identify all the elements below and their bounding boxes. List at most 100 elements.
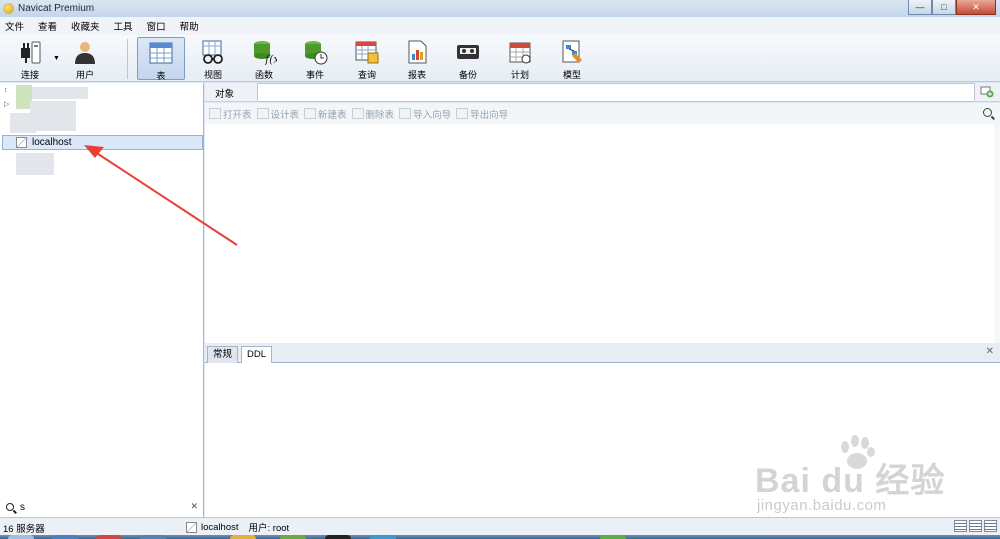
close-window-button[interactable]: ✕ [956, 0, 996, 15]
close-panel-icon[interactable]: ✕ [986, 346, 994, 357]
list-view-icon[interactable] [954, 520, 967, 532]
new-table-icon [304, 108, 317, 119]
baidu-watermark: Bai du 经验 jingyan.baidu.com [755, 435, 995, 515]
delete-table-button[interactable]: 删除表 [351, 107, 395, 121]
minimize-button[interactable]: — [908, 0, 932, 15]
glasses-icon [202, 40, 223, 64]
table-button[interactable]: 表 [137, 37, 185, 81]
vertical-scrollbar[interactable] [994, 124, 1000, 343]
expand-arrow-icon[interactable]: ↕ [4, 87, 14, 94]
function-fx-icon: f(x) [254, 41, 277, 65]
backup-tape-icon [457, 45, 479, 59]
title-bar: Navicat Premium — □ ✕ [0, 0, 1000, 17]
query-icon [355, 41, 379, 64]
add-tab-icon[interactable] [980, 86, 994, 98]
report-button[interactable]: 报表 [393, 37, 441, 80]
menu-bar: 文件 查看 收藏夹 工具 窗口 帮助 [0, 17, 1000, 35]
search-icon [6, 503, 14, 511]
table-label: 表 [156, 71, 166, 81]
svg-text:f(x): f(x) [264, 53, 277, 65]
object-actions-toolbar: 打开表 设计表 新建表 删除表 导入向导 导出向导 [205, 103, 1000, 124]
taskbar-app[interactable] [230, 535, 256, 539]
export-wizard-button[interactable]: 导出向导 [456, 107, 508, 121]
taskbar-app[interactable] [140, 535, 166, 539]
watermark-url: jingyan.baidu.com [757, 497, 887, 514]
menu-tools[interactable]: 工具 [109, 19, 142, 33]
tab-general[interactable]: 常规 [207, 346, 239, 363]
view-mode-buttons [952, 520, 997, 532]
model-button[interactable]: 模型 [548, 37, 596, 80]
clear-filter-icon[interactable]: ✕ [190, 501, 198, 512]
server-connection-icon [16, 137, 27, 148]
redacted-tree-items [10, 113, 36, 133]
object-search-icon[interactable] [983, 108, 992, 117]
taskbar-app[interactable] [96, 535, 122, 539]
view-button[interactable]: 视图 [189, 37, 237, 80]
taskbar-app[interactable] [370, 535, 396, 539]
connect-button[interactable]: 连接 [6, 37, 54, 80]
report-label: 报表 [407, 70, 426, 80]
plug-icon [21, 41, 41, 64]
menu-window[interactable]: 窗口 [142, 19, 175, 33]
menu-help[interactable]: 帮助 [175, 19, 208, 33]
menu-view[interactable]: 查看 [33, 19, 66, 33]
backup-button[interactable]: 备份 [444, 37, 492, 80]
design-table-button[interactable]: 设计表 [256, 107, 300, 121]
user-button[interactable]: 用户 [61, 37, 109, 80]
object-filter-input[interactable] [257, 83, 975, 102]
table-grid-icon [149, 42, 173, 64]
taskbar-app[interactable] [280, 535, 306, 539]
detail-tab-bar: 常规 DDL ✕ [205, 343, 1000, 364]
status-connection: localhost 用户: root [186, 520, 289, 534]
er-view-icon[interactable] [984, 520, 997, 532]
user-label: 用户 [75, 70, 94, 80]
status-bar: 16 服务器 localhost 用户: root [0, 517, 1000, 535]
tree-item-localhost-label: localhost [32, 137, 72, 148]
connection-tree-panel: ↕ ▷ localhost s ✕ [0, 83, 204, 517]
tab-objects[interactable]: 对象 [215, 86, 234, 100]
server-connection-icon [186, 521, 197, 533]
expand-arrow-icon[interactable]: ▷ [4, 100, 14, 108]
os-taskbar [0, 535, 1000, 539]
tree-item-localhost[interactable]: localhost [2, 135, 203, 150]
taskbar-app[interactable] [325, 535, 351, 539]
import-icon [399, 108, 412, 119]
model-label: 模型 [562, 70, 581, 80]
toolbar-separator [127, 39, 128, 79]
taskbar-app[interactable] [52, 535, 78, 539]
import-wizard-label: 导入向导 [413, 109, 452, 121]
schedule-button[interactable]: 计划 [496, 37, 544, 80]
maximize-button[interactable]: □ [932, 0, 956, 15]
event-label: 事件 [305, 70, 324, 80]
connect-dropdown-arrow-icon[interactable]: ▼ [53, 55, 60, 62]
menu-file[interactable]: 文件 [0, 19, 33, 33]
redacted-tree-items [30, 101, 76, 131]
open-table-button[interactable]: 打开表 [209, 107, 252, 121]
window-title: Navicat Premium [18, 3, 95, 14]
menu-favorites[interactable]: 收藏夹 [66, 19, 109, 33]
watermark-brand: Bai du 经验 [755, 462, 946, 500]
open-table-label: 打开表 [223, 109, 252, 121]
tab-ddl[interactable]: DDL [241, 346, 273, 364]
open-table-icon [209, 108, 221, 119]
connect-label: 连接 [20, 70, 39, 80]
import-wizard-button[interactable]: 导入向导 [399, 107, 451, 121]
taskbar-app[interactable] [600, 535, 626, 539]
tree-filter-value[interactable]: s [20, 502, 25, 513]
detail-view-icon[interactable] [969, 520, 982, 532]
export-icon [456, 108, 469, 119]
new-table-button[interactable]: 新建表 [304, 107, 347, 121]
object-tab-bar: 对象 [205, 83, 1000, 102]
window-controls: — □ ✕ [908, 0, 996, 15]
calendar-icon [509, 42, 531, 64]
design-table-label: 设计表 [270, 109, 300, 121]
start-button[interactable] [8, 535, 34, 539]
event-button[interactable]: 事件 [291, 37, 339, 80]
delete-table-label: 删除表 [365, 109, 395, 121]
server-count: 16 服务器 [3, 524, 45, 535]
navicat-app-icon [3, 3, 14, 14]
query-button[interactable]: 查询 [343, 37, 391, 80]
function-button[interactable]: f(x) 函数 [240, 37, 288, 80]
object-list-area[interactable] [205, 124, 1000, 343]
tree-filter-box[interactable]: s ✕ [4, 499, 200, 515]
